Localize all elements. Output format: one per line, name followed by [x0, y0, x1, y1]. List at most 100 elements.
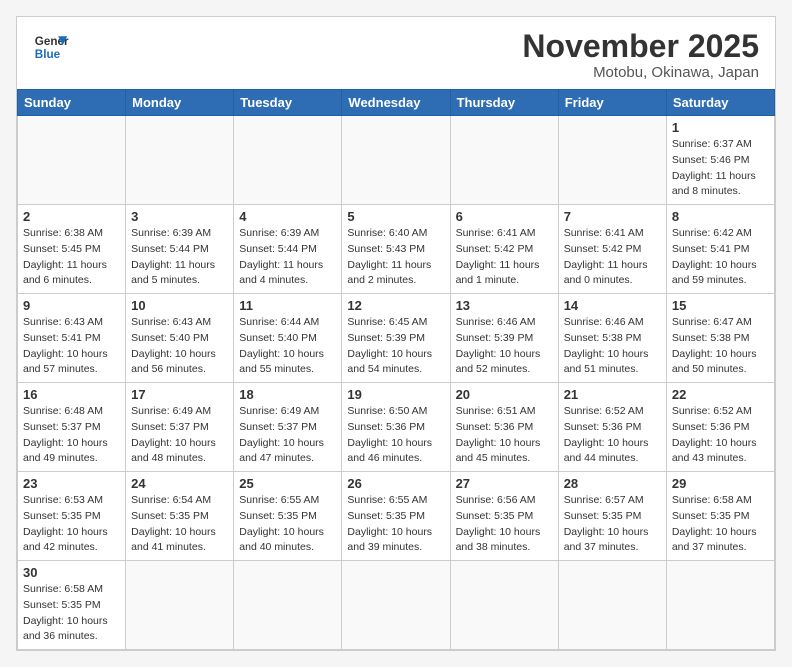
day-cell: [126, 116, 234, 205]
day-info: Sunrise: 6:54 AM Sunset: 5:35 PM Dayligh…: [131, 493, 228, 556]
day-cell: [558, 116, 666, 205]
day-cell: 26Sunrise: 6:55 AM Sunset: 5:35 PM Dayli…: [342, 472, 450, 561]
day-cell: 7Sunrise: 6:41 AM Sunset: 5:42 PM Daylig…: [558, 205, 666, 294]
day-cell: [558, 561, 666, 650]
day-cell: [234, 561, 342, 650]
day-number: 23: [23, 476, 120, 491]
day-number: 8: [672, 209, 769, 224]
day-cell: [234, 116, 342, 205]
weekday-header-row: SundayMondayTuesdayWednesdayThursdayFrid…: [18, 90, 775, 116]
logo-icon: General Blue: [33, 29, 69, 65]
day-number: 5: [347, 209, 444, 224]
week-row-3: 16Sunrise: 6:48 AM Sunset: 5:37 PM Dayli…: [18, 383, 775, 472]
day-cell: 5 Sunrise: 6:40 AM Sunset: 5:43 PM Daylig…: [342, 205, 450, 294]
weekday-saturday: Saturday: [666, 90, 774, 116]
day-info: Sunrise: 6:44 AM Sunset: 5:40 PM Dayligh…: [239, 315, 336, 378]
week-row-4: 23 Sunrise: 6:53 AM Sunset: 5:35 PM Dayli…: [18, 472, 775, 561]
day-info: Sunrise: 6:58 AM Sunset: 5:35 PM Dayligh…: [23, 582, 120, 645]
day-number: 17: [131, 387, 228, 402]
day-number: 19: [347, 387, 444, 402]
day-number: 12: [347, 298, 444, 313]
day-cell: [450, 116, 558, 205]
day-cell: 27 Sunrise: 6:56 AM Sunset: 5:35 PM Dayli…: [450, 472, 558, 561]
day-number: 20: [456, 387, 553, 402]
week-row-5: 30Sunrise: 6:58 AM Sunset: 5:35 PM Dayli…: [18, 561, 775, 650]
day-number: 25: [239, 476, 336, 491]
day-number: 2: [23, 209, 120, 224]
week-row-2: 9 Sunrise: 6:43 AM Sunset: 5:41 PM Daylig…: [18, 294, 775, 383]
day-info: Sunrise: 6:43 AM Sunset: 5:41 PM Dayligh…: [23, 315, 120, 378]
logo: General Blue: [33, 29, 69, 65]
day-cell: 25 Sunrise: 6:55 AM Sunset: 5:35 PM Dayli…: [234, 472, 342, 561]
day-info: Sunrise: 6:45 AM Sunset: 5:39 PM Dayligh…: [347, 315, 444, 378]
day-cell: 13 Sunrise: 6:46 AM Sunset: 5:39 PM Dayli…: [450, 294, 558, 383]
day-number: 14: [564, 298, 661, 313]
day-info: Sunrise: 6:55 AM Sunset: 5:35 PM Dayligh…: [347, 493, 444, 556]
day-number: 9: [23, 298, 120, 313]
day-cell: 17Sunrise: 6:49 AM Sunset: 5:37 PM Dayli…: [126, 383, 234, 472]
day-info: Sunrise: 6:47 AM Sunset: 5:38 PM Dayligh…: [672, 315, 769, 378]
title-block: November 2025 Motobu, Okinawa, Japan: [522, 29, 759, 81]
day-number: 18: [239, 387, 336, 402]
calendar-table: SundayMondayTuesdayWednesdayThursdayFrid…: [17, 89, 775, 650]
day-number: 22: [672, 387, 769, 402]
day-cell: 20 Sunrise: 6:51 AM Sunset: 5:36 PM Dayli…: [450, 383, 558, 472]
day-info: Sunrise: 6:46 AM Sunset: 5:39 PM Dayligh…: [456, 315, 553, 378]
day-cell: [126, 561, 234, 650]
day-cell: 18Sunrise: 6:49 AM Sunset: 5:37 PM Dayli…: [234, 383, 342, 472]
weekday-friday: Friday: [558, 90, 666, 116]
day-number: 28: [564, 476, 661, 491]
day-cell: 11 Sunrise: 6:44 AM Sunset: 5:40 PM Dayli…: [234, 294, 342, 383]
day-number: 16: [23, 387, 120, 402]
day-cell: 21 Sunrise: 6:52 AM Sunset: 5:36 PM Dayli…: [558, 383, 666, 472]
day-cell: 14 Sunrise: 6:46 AM Sunset: 5:38 PM Dayli…: [558, 294, 666, 383]
day-number: 13: [456, 298, 553, 313]
day-info: Sunrise: 6:51 AM Sunset: 5:36 PM Dayligh…: [456, 404, 553, 467]
day-cell: 23 Sunrise: 6:53 AM Sunset: 5:35 PM Dayli…: [18, 472, 126, 561]
weekday-thursday: Thursday: [450, 90, 558, 116]
day-number: 7: [564, 209, 661, 224]
day-cell: 10Sunrise: 6:43 AM Sunset: 5:40 PM Dayli…: [126, 294, 234, 383]
day-info: Sunrise: 6:41 AM Sunset: 5:42 PM Dayligh…: [456, 226, 553, 289]
day-cell: 29 Sunrise: 6:58 AM Sunset: 5:35 PM Dayli…: [666, 472, 774, 561]
day-number: 6: [456, 209, 553, 224]
day-info: Sunrise: 6:39 AM Sunset: 5:44 PM Dayligh…: [131, 226, 228, 289]
day-number: 1: [672, 120, 769, 135]
day-info: Sunrise: 6:38 AM Sunset: 5:45 PM Dayligh…: [23, 226, 120, 289]
day-cell: 15 Sunrise: 6:47 AM Sunset: 5:38 PM Dayli…: [666, 294, 774, 383]
header: General Blue November 2025 Motobu, Okina…: [17, 17, 775, 89]
day-info: Sunrise: 6:46 AM Sunset: 5:38 PM Dayligh…: [564, 315, 661, 378]
svg-text:Blue: Blue: [35, 48, 61, 61]
day-cell: 28Sunrise: 6:57 AM Sunset: 5:35 PM Dayli…: [558, 472, 666, 561]
day-info: Sunrise: 6:39 AM Sunset: 5:44 PM Dayligh…: [239, 226, 336, 289]
weekday-tuesday: Tuesday: [234, 90, 342, 116]
day-number: 27: [456, 476, 553, 491]
weekday-monday: Monday: [126, 90, 234, 116]
day-info: Sunrise: 6:53 AM Sunset: 5:35 PM Dayligh…: [23, 493, 120, 556]
day-info: Sunrise: 6:52 AM Sunset: 5:36 PM Dayligh…: [564, 404, 661, 467]
week-row-1: 2 Sunrise: 6:38 AM Sunset: 5:45 PM Daylig…: [18, 205, 775, 294]
day-info: Sunrise: 6:37 AM Sunset: 5:46 PM Dayligh…: [672, 137, 769, 200]
day-info: Sunrise: 6:56 AM Sunset: 5:35 PM Dayligh…: [456, 493, 553, 556]
day-cell: 1 Sunrise: 6:37 AM Sunset: 5:46 PM Daylig…: [666, 116, 774, 205]
day-number: 3: [131, 209, 228, 224]
day-info: Sunrise: 6:58 AM Sunset: 5:35 PM Dayligh…: [672, 493, 769, 556]
day-cell: [342, 561, 450, 650]
day-cell: 24Sunrise: 6:54 AM Sunset: 5:35 PM Dayli…: [126, 472, 234, 561]
day-number: 29: [672, 476, 769, 491]
location: Motobu, Okinawa, Japan: [522, 64, 759, 81]
day-cell: [18, 116, 126, 205]
day-cell: 6 Sunrise: 6:41 AM Sunset: 5:42 PM Daylig…: [450, 205, 558, 294]
day-info: Sunrise: 6:55 AM Sunset: 5:35 PM Dayligh…: [239, 493, 336, 556]
day-number: 11: [239, 298, 336, 313]
day-cell: [342, 116, 450, 205]
day-info: Sunrise: 6:40 AM Sunset: 5:43 PM Dayligh…: [347, 226, 444, 289]
day-number: 21: [564, 387, 661, 402]
day-number: 4: [239, 209, 336, 224]
day-cell: [666, 561, 774, 650]
day-cell: 12 Sunrise: 6:45 AM Sunset: 5:39 PM Dayli…: [342, 294, 450, 383]
day-cell: 4 Sunrise: 6:39 AM Sunset: 5:44 PM Daylig…: [234, 205, 342, 294]
day-cell: [450, 561, 558, 650]
weekday-sunday: Sunday: [18, 90, 126, 116]
day-number: 15: [672, 298, 769, 313]
